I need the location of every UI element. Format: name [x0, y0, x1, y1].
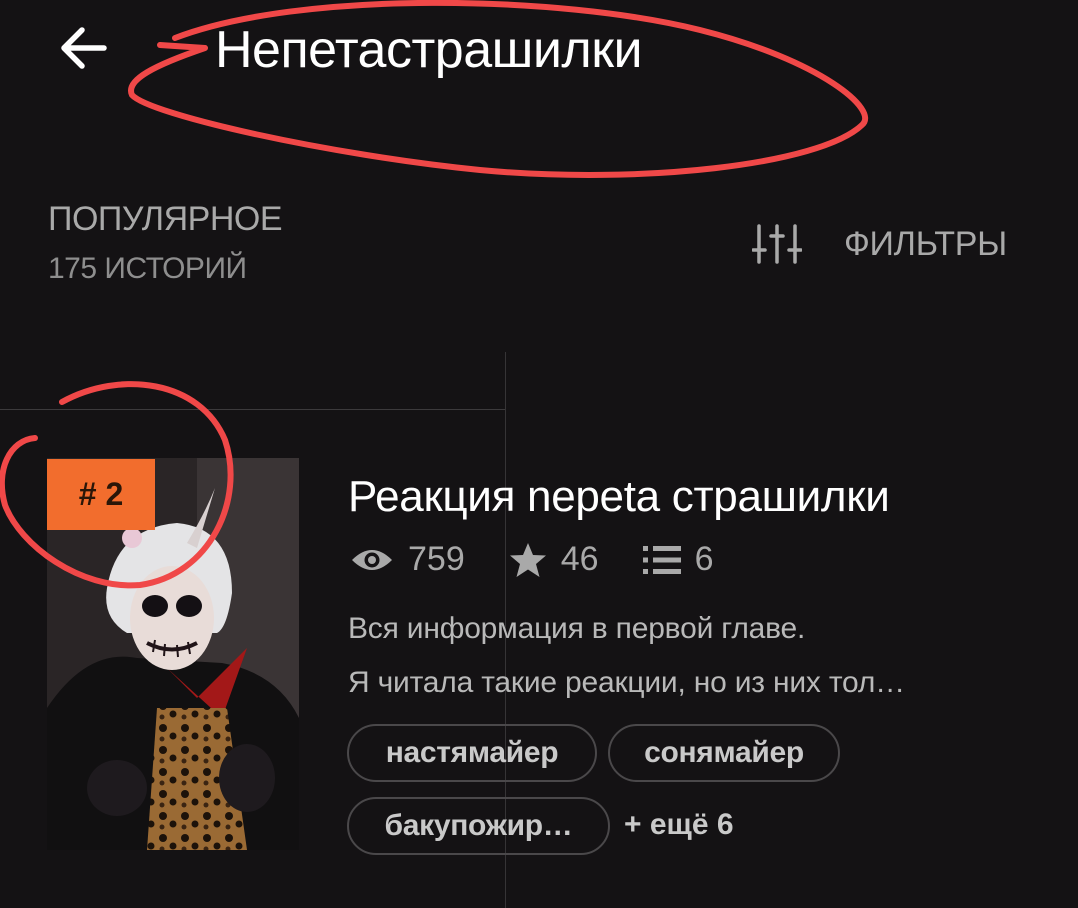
- story-title[interactable]: Реакция nepeta страшилки: [348, 472, 890, 522]
- rank-badge: # 2: [47, 459, 155, 530]
- sort-label[interactable]: ПОПУЛЯРНОЕ: [48, 200, 283, 239]
- parts-count: 6: [694, 540, 714, 578]
- tag-chip[interactable]: настямайер: [347, 724, 597, 782]
- story-card[interactable]: # 2 Реакция nepeta страшилки 759 46 6 Вс…: [0, 410, 1078, 908]
- votes-stat: 46: [509, 540, 599, 579]
- story-stats: 759 46 6: [350, 540, 757, 579]
- story-description-line: Вся информация в первой главе.: [348, 612, 806, 645]
- filters-button[interactable]: ФИЛЬТРЫ: [752, 218, 1007, 270]
- views-stat: 759: [350, 540, 465, 579]
- tag-chip[interactable]: бакупожир…: [347, 797, 610, 855]
- page-title: Непетастрашилки: [215, 21, 643, 79]
- views-count: 759: [408, 540, 465, 578]
- filters-label: ФИЛЬТРЫ: [844, 224, 1007, 263]
- filters-sliders-icon: [752, 224, 802, 264]
- votes-count: 46: [560, 540, 599, 578]
- back-arrow-icon: [61, 27, 107, 69]
- parts-stat: 6: [642, 540, 714, 579]
- screen: Непетастрашилки ПОПУЛЯРНОЕ 175 ИСТОРИЙ Ф…: [0, 0, 1078, 908]
- story-description-line: Я читала такие реакции, но из них тол…: [348, 666, 905, 699]
- back-button[interactable]: [52, 20, 116, 76]
- tag-chip[interactable]: сонямайер: [608, 724, 840, 782]
- more-tags-link[interactable]: + ещё 6: [624, 808, 734, 842]
- star-icon: [509, 542, 546, 577]
- eye-icon: [352, 549, 392, 570]
- story-count: 175 ИСТОРИЙ: [48, 252, 247, 285]
- list-icon: [642, 545, 681, 574]
